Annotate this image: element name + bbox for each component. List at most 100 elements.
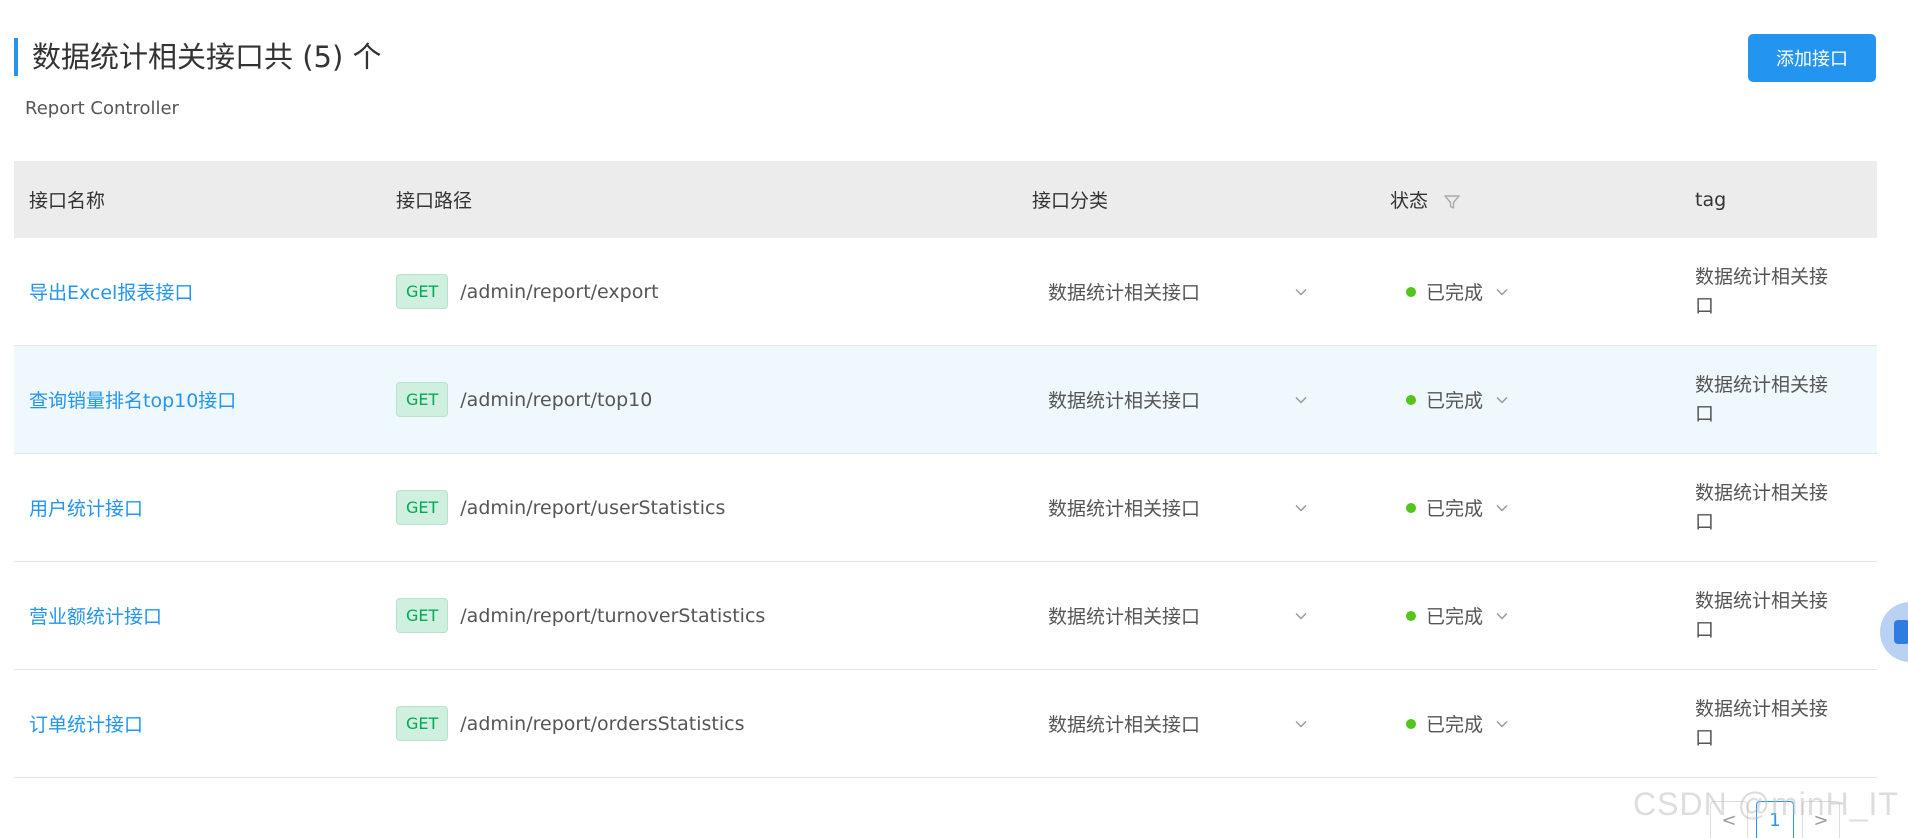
tag-cell: 数据统计相关接口 [1695,371,1877,429]
chevron-down-icon [1295,612,1307,620]
category-value: 数据统计相关接口 [1048,714,1201,736]
pagination: < 1 > [1710,796,1840,838]
status-select[interactable]: 已完成 [1406,602,1695,629]
status-cell: 已完成 [1390,386,1695,413]
table-header: 接口名称 接口路径 接口分类 状态 tag [14,161,1877,238]
path-text: /admin/report/top10 [460,388,653,411]
status-select[interactable]: 已完成 [1406,386,1695,413]
path-text: /admin/report/export [460,280,659,303]
chevron-down-icon [1496,720,1508,728]
table-row: 营业额统计接口 GET/admin/report/turnoverStatisti… [14,562,1877,670]
category-select[interactable]: 数据统计相关接口 [1048,386,1308,413]
interface-path-cell: GET/admin/report/turnoverStatistics [396,598,1032,633]
tag-cell: 数据统计相关接口 [1695,263,1877,321]
prev-page-button[interactable]: < [1710,801,1748,838]
category-select[interactable]: 数据统计相关接口 [1048,710,1308,737]
path-text: /admin/report/ordersStatistics [460,712,745,735]
category-cell: 数据统计相关接口 [1032,710,1390,737]
category-cell: 数据统计相关接口 [1032,494,1390,521]
column-header-name[interactable]: 接口名称 [14,186,396,213]
chevron-down-icon [1295,396,1307,404]
status-select[interactable]: 已完成 [1406,278,1695,305]
tag-text: 数据统计相关接口 [1695,697,1829,749]
interface-name-cell: 订单统计接口 [14,710,396,737]
interface-name-cell: 查询销量排名top10接口 [14,386,396,413]
path-text: /admin/report/userStatistics [460,496,726,519]
table-row: 订单统计接口 GET/admin/report/ordersStatistics 数… [14,670,1877,778]
tag-cell: 数据统计相关接口 [1695,587,1877,645]
category-select[interactable]: 数据统计相关接口 [1048,602,1308,629]
interface-path-cell: GET/admin/report/userStatistics [396,490,1032,525]
interface-name-link[interactable]: 订单统计接口 [29,714,143,736]
column-header-status-label: 状态 [1390,190,1429,212]
table-row: 导出Excel报表接口 GET/admin/report/export 数据统计相关… [14,238,1877,346]
method-badge: GET [396,598,449,633]
category-cell: 数据统计相关接口 [1032,386,1390,413]
category-value: 数据统计相关接口 [1048,498,1201,520]
add-interface-button[interactable]: 添加接口 [1748,34,1876,82]
category-cell: 数据统计相关接口 [1032,602,1390,629]
status-cell: 已完成 [1390,278,1695,305]
column-header-category[interactable]: 接口分类 [1032,186,1390,213]
interface-path-cell: GET/admin/report/export [396,274,1032,309]
method-badge: GET [396,706,449,741]
status-value: 已完成 [1426,282,1484,304]
status-dot [1406,610,1416,621]
category-select[interactable]: 数据统计相关接口 [1048,278,1308,305]
method-badge: GET [396,382,449,417]
method-badge: GET [396,490,449,525]
chevron-down-icon [1295,288,1307,296]
chevron-down-icon [1496,288,1508,296]
chevron-down-icon [1496,612,1508,620]
interface-table: 接口名称 接口路径 接口分类 状态 tag 导出Excel报表接口 GET/adm… [14,161,1877,778]
interface-name-link[interactable]: 营业额统计接口 [29,606,162,628]
status-select[interactable]: 已完成 [1406,494,1695,521]
chevron-down-icon [1496,504,1508,512]
page-title: 数据统计相关接口共 (5) 个 [14,38,382,76]
status-value: 已完成 [1426,714,1484,736]
next-page-button[interactable]: > [1802,801,1840,838]
status-select[interactable]: 已完成 [1406,710,1695,737]
category-value: 数据统计相关接口 [1048,606,1201,628]
chevron-down-icon [1295,720,1307,728]
column-header-status[interactable]: 状态 [1390,186,1695,213]
status-cell: 已完成 [1390,602,1695,629]
interface-path-cell: GET/admin/report/top10 [396,382,1032,417]
filter-icon[interactable] [1444,194,1460,210]
status-cell: 已完成 [1390,494,1695,521]
interface-name-link[interactable]: 导出Excel报表接口 [29,282,193,304]
table-row: 用户统计接口 GET/admin/report/userStatistics 数据统… [14,454,1877,562]
tag-text: 数据统计相关接口 [1695,589,1829,641]
interface-name-link[interactable]: 查询销量排名top10接口 [29,390,236,412]
tag-text: 数据统计相关接口 [1695,265,1829,317]
status-value: 已完成 [1426,606,1484,628]
tag-cell: 数据统计相关接口 [1695,695,1877,753]
table-row: 查询销量排名top10接口 GET/admin/report/top10 数据统计相… [14,346,1877,454]
status-dot [1406,718,1416,729]
status-dot [1406,286,1416,297]
column-header-path[interactable]: 接口路径 [396,186,1032,213]
status-dot [1406,394,1416,405]
path-text: /admin/report/turnoverStatistics [460,604,766,627]
category-value: 数据统计相关接口 [1048,282,1201,304]
floating-assistant-button[interactable] [1880,602,1908,662]
interface-name-cell: 导出Excel报表接口 [14,278,396,305]
interface-name-cell: 用户统计接口 [14,494,396,521]
category-value: 数据统计相关接口 [1048,390,1201,412]
assistant-icon [1894,620,1908,644]
chevron-down-icon [1295,504,1307,512]
tag-text: 数据统计相关接口 [1695,373,1829,425]
method-badge: GET [396,274,449,309]
status-value: 已完成 [1426,390,1484,412]
tag-text: 数据统计相关接口 [1695,481,1829,533]
chevron-down-icon [1496,396,1508,404]
interface-name-cell: 营业额统计接口 [14,602,396,629]
status-cell: 已完成 [1390,710,1695,737]
page-number-button[interactable]: 1 [1756,801,1794,838]
controller-subtitle: Report Controller [25,98,179,119]
column-header-tag: tag [1695,188,1727,211]
interface-path-cell: GET/admin/report/ordersStatistics [396,706,1032,741]
category-select[interactable]: 数据统计相关接口 [1048,494,1308,521]
interface-name-link[interactable]: 用户统计接口 [29,498,143,520]
status-value: 已完成 [1426,498,1484,520]
